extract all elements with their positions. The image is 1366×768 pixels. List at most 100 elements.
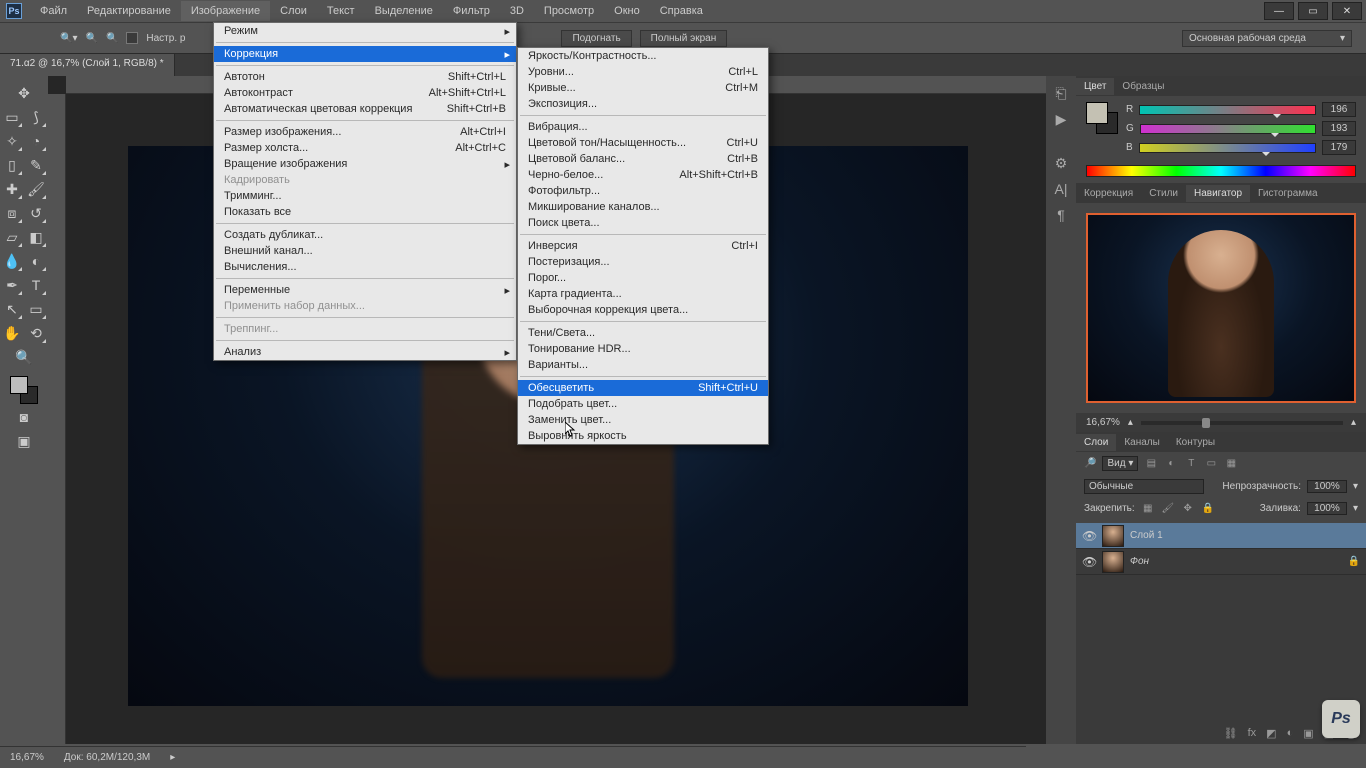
lock-pos-icon[interactable]: ✥ (1181, 503, 1195, 514)
gradient-tool[interactable]: ◧ (25, 226, 47, 248)
blend-mode-dropdown[interactable]: Обычные (1084, 479, 1204, 494)
mask-icon[interactable]: ◩ (1266, 727, 1276, 740)
menu-item[interactable]: Автоматическая цветовая коррекцияShift+C… (214, 101, 516, 117)
paths-tab[interactable]: Контуры (1168, 434, 1223, 451)
menu-слои[interactable]: Слои (270, 1, 317, 21)
filter-adjust-icon[interactable]: ◐ (1164, 458, 1178, 469)
move-tool[interactable]: ✥ (13, 82, 35, 104)
menu-item[interactable]: Выборочная коррекция цвета... (518, 302, 768, 318)
zoom-tool[interactable]: 🔍 (13, 346, 35, 368)
menu-изображение[interactable]: Изображение (181, 1, 270, 21)
zoom-out-icon[interactable]: 🔍 (106, 33, 118, 44)
menu-item[interactable]: Экспозиция... (518, 96, 768, 112)
filter-pixel-icon[interactable]: ▤ (1144, 458, 1158, 469)
pen-tool[interactable]: ✒ (1, 274, 23, 296)
menu-item[interactable]: Заменить цвет... (518, 412, 768, 428)
menu-item[interactable]: Черно-белое...Alt+Shift+Ctrl+B (518, 167, 768, 183)
menu-текст[interactable]: Текст (317, 1, 365, 21)
resize-checkbox[interactable] (126, 32, 138, 44)
nav-zoom-value[interactable]: 16,67% (1086, 417, 1120, 428)
paragraph-icon[interactable]: ¶ (1052, 206, 1070, 224)
menu-item[interactable]: Яркость/Контрастность... (518, 48, 768, 64)
close-button[interactable]: ✕ (1332, 2, 1362, 20)
actions-icon[interactable]: ▶ (1052, 110, 1070, 128)
b-slider[interactable] (1139, 143, 1316, 153)
menu-item[interactable]: Кривые...Ctrl+M (518, 80, 768, 96)
layer-item[interactable]: 👁 Слой 1 (1076, 523, 1366, 549)
zoom-in-icon[interactable]: 🔍 (85, 33, 97, 44)
history-brush-tool[interactable]: ↺ (25, 202, 47, 224)
path-tool[interactable]: ↖ (1, 298, 23, 320)
blur-tool[interactable]: 💧 (1, 250, 23, 272)
history-icon[interactable]: ⎗ (1052, 84, 1070, 102)
filter-type-icon[interactable]: T (1184, 458, 1198, 469)
color-ramp[interactable] (1086, 165, 1356, 177)
menu-item[interactable]: Порог... (518, 270, 768, 286)
menu-item[interactable]: Цветовой тон/Насыщенность...Ctrl+U (518, 135, 768, 151)
eraser-tool[interactable]: ▱ (1, 226, 23, 248)
menu-файл[interactable]: Файл (30, 1, 77, 21)
layer-item[interactable]: 👁 Фон 🔒 (1076, 549, 1366, 575)
navigator-tab[interactable]: Навигатор (1186, 185, 1250, 202)
menu-item[interactable]: Карта градиента... (518, 286, 768, 302)
fill-value[interactable]: 100% (1307, 502, 1347, 515)
menu-item[interactable]: Цветовой баланс...Ctrl+B (518, 151, 768, 167)
layer-name[interactable]: Слой 1 (1130, 530, 1163, 541)
menu-item[interactable]: ОбесцветитьShift+Ctrl+U (518, 380, 768, 396)
color-tab[interactable]: Цвет (1076, 78, 1114, 95)
properties-icon[interactable]: ⚙ (1052, 154, 1070, 172)
menu-item[interactable]: Выровнять яркость (518, 428, 768, 444)
menu-редактирование[interactable]: Редактирование (77, 1, 181, 21)
menu-item[interactable]: ИнверсияCtrl+I (518, 238, 768, 254)
color-swatches[interactable] (10, 376, 38, 404)
screenmode-icon[interactable]: ▣ (13, 430, 35, 452)
minimize-button[interactable]: — (1264, 2, 1294, 20)
brush-tool[interactable]: 🖌 (25, 178, 47, 200)
menu-просмотр[interactable]: Просмотр (534, 1, 604, 21)
menu-item[interactable]: Фотофильтр... (518, 183, 768, 199)
shape-tool[interactable]: ▭ (25, 298, 47, 320)
type-tool[interactable]: T (25, 274, 47, 296)
fx-icon[interactable]: fx (1248, 727, 1257, 739)
menu-item[interactable]: Тени/Света... (518, 325, 768, 341)
menu-item[interactable]: Размер изображения...Alt+Ctrl+I (214, 124, 516, 140)
menu-item[interactable]: Переменные▸ (214, 282, 516, 298)
character-icon[interactable]: A| (1052, 180, 1070, 198)
menu-3d[interactable]: 3D (500, 1, 534, 21)
workspace-dropdown[interactable]: Основная рабочая среда▾ (1182, 30, 1352, 47)
menu-item[interactable]: Внешний канал... (214, 243, 516, 259)
menu-item[interactable]: Коррекция▸ (214, 46, 516, 62)
lock-pixels-icon[interactable]: 🖌 (1161, 503, 1175, 514)
menu-item[interactable]: Микширование каналов... (518, 199, 768, 215)
menu-item[interactable]: Создать дубликат... (214, 227, 516, 243)
r-value[interactable]: 196 (1322, 102, 1356, 117)
menu-item[interactable]: Вращение изображения▸ (214, 156, 516, 172)
r-slider[interactable] (1139, 105, 1316, 115)
menu-item[interactable]: АвтотонShift+Ctrl+L (214, 69, 516, 85)
b-value[interactable]: 179 (1322, 140, 1356, 155)
adjustment-icon[interactable]: ◐ (1287, 727, 1294, 739)
menu-item[interactable]: Подобрать цвет... (518, 396, 768, 412)
swatches-tab[interactable]: Образцы (1114, 78, 1172, 95)
filter-smart-icon[interactable]: ▦ (1224, 458, 1238, 469)
full-screen-button[interactable]: Полный экран (640, 30, 728, 47)
menu-item[interactable]: Размер холста...Alt+Ctrl+C (214, 140, 516, 156)
layer-name[interactable]: Фон (1130, 556, 1149, 567)
menu-item[interactable]: Постеризация... (518, 254, 768, 270)
visibility-icon[interactable]: 👁 (1082, 529, 1096, 543)
document-tab[interactable]: 71.α2 @ 16,7% (Слой 1, RGB/8) * (0, 54, 175, 76)
navigator-thumb[interactable] (1086, 213, 1356, 403)
menu-item[interactable]: Показать все (214, 204, 516, 220)
status-zoom[interactable]: 16,67% (10, 752, 44, 763)
menu-item[interactable]: Тонирование HDR... (518, 341, 768, 357)
quick-select-tool[interactable]: ◔ (25, 130, 47, 152)
zoom-out-small-icon[interactable]: ▴ (1128, 417, 1133, 428)
stamp-tool[interactable]: ⧈ (1, 202, 23, 224)
menu-фильтр[interactable]: Фильтр (443, 1, 500, 21)
menu-item[interactable]: Вычисления... (214, 259, 516, 275)
opacity-value[interactable]: 100% (1307, 480, 1347, 493)
fit-screen-button[interactable]: Подогнать (561, 30, 631, 47)
menu-item[interactable]: Анализ▸ (214, 344, 516, 360)
menu-item[interactable]: Тримминг... (214, 188, 516, 204)
link-icon[interactable]: ⛓ (1224, 727, 1238, 740)
